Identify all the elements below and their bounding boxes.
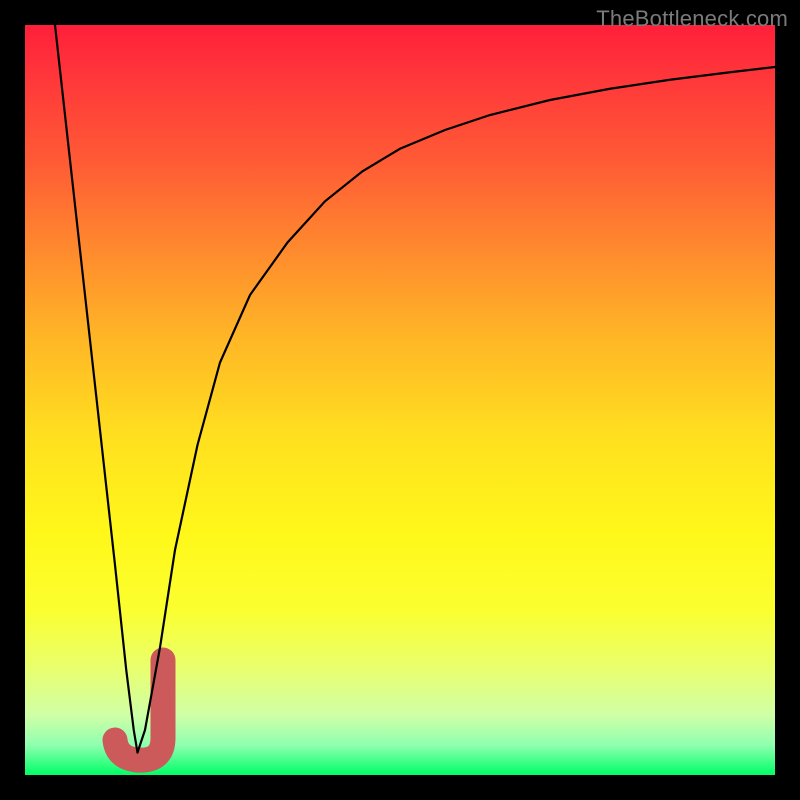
watermark-text: TheBottleneck.com [596, 6, 788, 32]
curve-right [138, 67, 776, 753]
chart-svg [25, 25, 775, 775]
curve-left [55, 25, 138, 753]
